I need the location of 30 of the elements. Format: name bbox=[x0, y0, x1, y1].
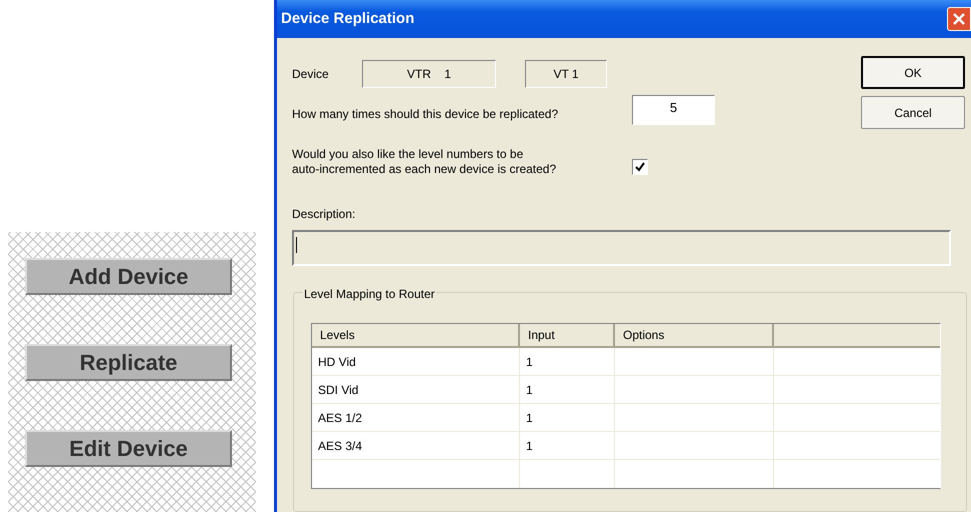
table-cell: AES 3/4 bbox=[312, 432, 520, 459]
table-cell: HD Vid bbox=[312, 348, 520, 375]
auto-increment-checkbox[interactable] bbox=[632, 159, 648, 175]
table-cell: 1 bbox=[520, 404, 615, 431]
table-cell: AES 1/2 bbox=[312, 404, 520, 431]
auto-increment-label: Would you also like the level numbers to be auto-incremented as each new device is created? bbox=[292, 147, 558, 177]
replicate-question: How many times should this device be replicated? bbox=[292, 106, 560, 123]
side-button[interactable]: Add Device bbox=[25, 258, 232, 295]
table-cell: 1 bbox=[520, 376, 615, 403]
checkmark-icon bbox=[635, 162, 645, 172]
close-icon bbox=[952, 12, 966, 26]
device-name-field: VTR 1 bbox=[362, 60, 496, 88]
device-short-name-field: VT 1 bbox=[525, 60, 607, 88]
description-field[interactable] bbox=[292, 230, 951, 266]
description-label: Description: bbox=[292, 206, 356, 220]
replicate-count-input[interactable]: 5 bbox=[632, 95, 715, 125]
column-header[interactable]: Options bbox=[615, 324, 774, 346]
window-title: Device Replication bbox=[281, 8, 414, 29]
device-label: Device bbox=[292, 66, 330, 83]
text-cursor bbox=[296, 237, 297, 253]
side-button[interactable]: Edit Device bbox=[25, 430, 232, 467]
dialog-button[interactable]: Cancel bbox=[861, 96, 965, 129]
column-header[interactable]: Input bbox=[520, 324, 615, 346]
dialog-button[interactable]: OK bbox=[861, 56, 965, 89]
side-button[interactable]: Replicate bbox=[25, 344, 232, 381]
table-cell: 1 bbox=[520, 432, 615, 459]
column-header[interactable]: Levels bbox=[312, 324, 520, 346]
table-cell: 1 bbox=[520, 348, 615, 375]
table-cell: SDI Vid bbox=[312, 376, 520, 403]
close-button[interactable] bbox=[947, 7, 971, 31]
